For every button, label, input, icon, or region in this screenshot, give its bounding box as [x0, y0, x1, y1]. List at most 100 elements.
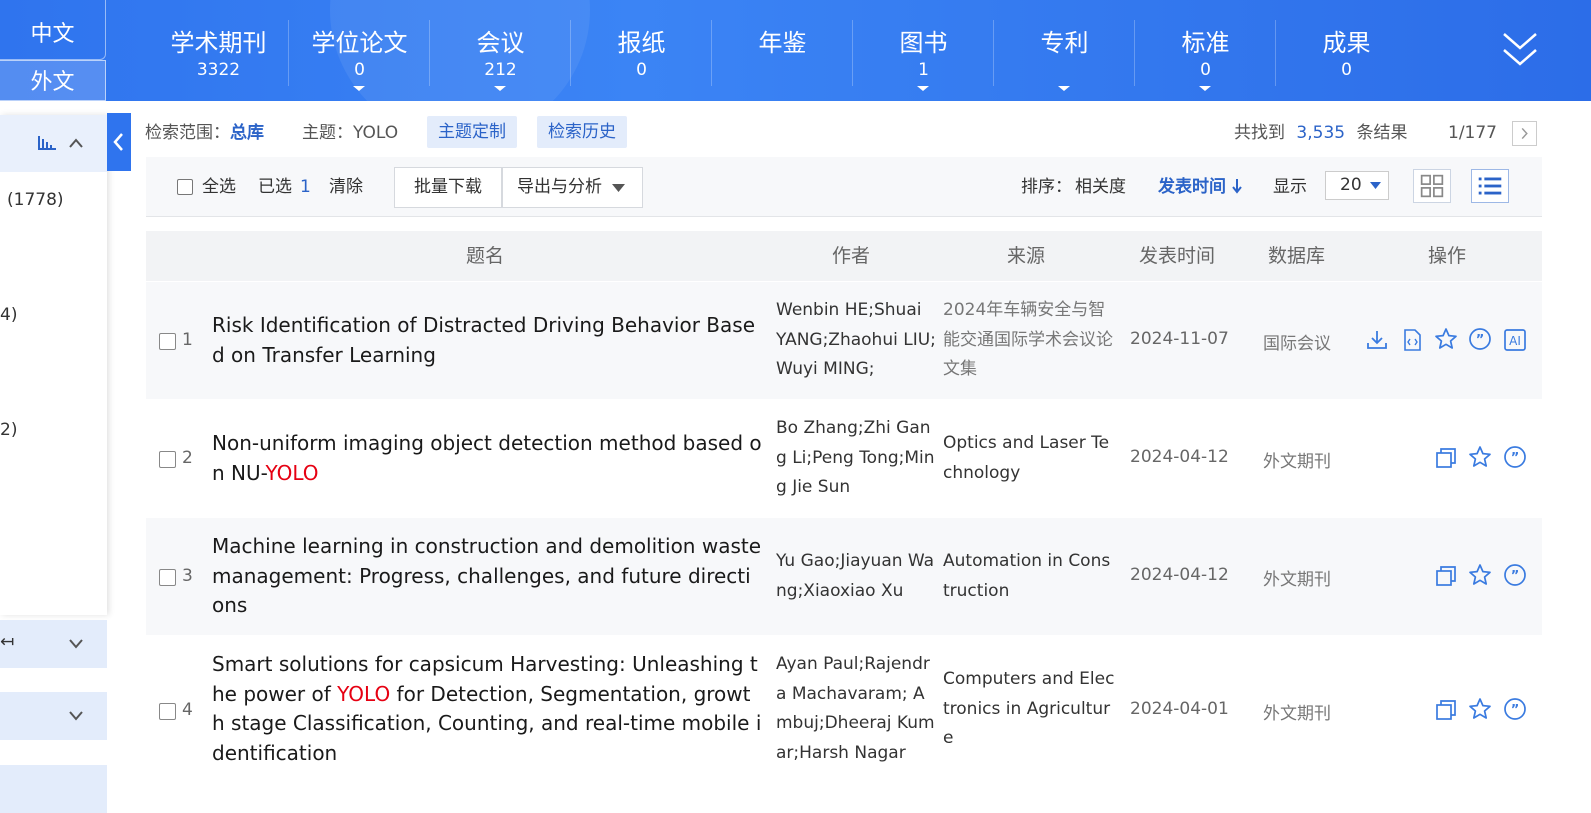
nav-count: 0	[354, 60, 365, 80]
publish-date: 2024-11-07	[1130, 329, 1229, 349]
svg-text:”: ”	[1511, 451, 1520, 466]
title-text: Machine learning in construction and dem…	[212, 534, 762, 617]
publish-date: 2024-04-12	[1130, 447, 1229, 467]
nav-tab-achievements[interactable]: 成果 0	[1276, 0, 1417, 101]
article-title-link[interactable]: Machine learning in construction and dem…	[212, 532, 762, 621]
filter-item-count[interactable]: 2)	[0, 420, 17, 440]
nav-tab-journals[interactable]: 学术期刊 3322	[148, 0, 289, 101]
double-chevron-down-icon[interactable]	[1500, 28, 1540, 72]
nav-label: 学位论文	[311, 29, 408, 57]
column-header-date[interactable]: 发表时间	[1139, 231, 1215, 281]
nav-count: 1	[918, 60, 929, 80]
chevron-down-icon[interactable]	[353, 86, 365, 91]
favorite-icon[interactable]	[1468, 697, 1492, 721]
search-scope-value[interactable]: 总库	[230, 123, 264, 143]
article-title-link[interactable]: Non-uniform imaging object detection met…	[212, 429, 762, 488]
article-authors[interactable]: Yu Gao;Jiayuan Wang;Xiaoxiao Xu	[776, 547, 936, 606]
column-header-title: 题名	[466, 245, 505, 267]
custom-topic-button[interactable]: 主题定制	[427, 116, 517, 148]
database-name: 外文期刊	[1263, 452, 1331, 472]
article-authors[interactable]: Bo Zhang;Zhi Gang Li;Peng Tong;Ming Jie …	[776, 414, 936, 503]
article-source[interactable]: Automation in Construction	[943, 547, 1115, 606]
chevron-down-icon[interactable]	[1199, 86, 1211, 91]
favorite-icon[interactable]	[1434, 327, 1458, 351]
nav-tab-theses[interactable]: 学位论文 0	[289, 0, 430, 101]
nav-label: 学术期刊	[170, 29, 267, 57]
ai-icon[interactable]: AI	[1503, 328, 1527, 352]
favorite-icon[interactable]	[1468, 445, 1492, 469]
nav-count: 3322	[196, 60, 241, 80]
chevron-down-icon[interactable]	[68, 710, 84, 722]
chevron-down-icon[interactable]	[494, 86, 506, 91]
copy-icon[interactable]	[1434, 446, 1458, 470]
article-title-link[interactable]: Risk Identification of Distracted Drivin…	[212, 311, 762, 370]
lang-tab-chinese[interactable]: 中文	[0, 0, 106, 60]
export-analysis-label: 导出与分析	[517, 177, 602, 197]
caret-down-icon	[1370, 182, 1381, 189]
html-reading-icon[interactable]	[1400, 328, 1424, 352]
sort-by-date[interactable]: 发表时间	[1158, 157, 1242, 217]
article-source[interactable]: Computers and Electronics in Agriculture	[943, 665, 1115, 754]
chevron-down-icon[interactable]	[68, 638, 84, 650]
article-title-link[interactable]: Smart solutions for capsicum Harvesting:…	[212, 650, 762, 768]
lang-tab-foreign[interactable]: 外文	[0, 60, 106, 101]
nav-tab-books[interactable]: 图书 1	[853, 0, 994, 101]
nav-tab-newspapers[interactable]: 报纸 0	[571, 0, 712, 101]
article-source[interactable]: Optics and Laser Technology	[943, 429, 1115, 488]
search-history-button[interactable]: 检索历史	[537, 116, 627, 148]
copy-icon[interactable]	[1434, 698, 1458, 722]
table-row: 1 Risk Identification of Distracted Driv…	[146, 282, 1542, 399]
article-authors[interactable]: Ayan Paul;Rajendra Machavaram; Ambuj;Dhe…	[776, 650, 936, 768]
nav-tab-standards[interactable]: 标准 0	[1135, 0, 1276, 101]
svg-text:”: ”	[1511, 569, 1520, 584]
title-highlight: YOLO	[337, 681, 391, 706]
row-number: 4	[182, 700, 193, 720]
next-page-button[interactable]	[1512, 121, 1537, 146]
sidebar-collapse-button[interactable]	[107, 113, 131, 171]
list-view-icon[interactable]	[1471, 169, 1509, 203]
bar-chart-icon[interactable]	[38, 136, 56, 150]
column-header-database: 数据库	[1268, 245, 1326, 267]
chevron-down-icon[interactable]	[917, 86, 929, 91]
nav-tab-conferences[interactable]: 会议 212	[430, 0, 571, 101]
search-scope: 检索范围：总库	[145, 118, 264, 148]
filter-item-count[interactable]: 4)	[0, 305, 17, 325]
article-source[interactable]: 2024年车辆安全与智能交通国际学术会议论文集	[943, 296, 1115, 385]
cite-icon[interactable]: ”	[1468, 327, 1492, 351]
export-analysis-dropdown[interactable]: 导出与分析	[502, 167, 643, 208]
batch-download-button[interactable]: 批量下载	[394, 167, 502, 208]
nav-count: 0	[1341, 60, 1352, 80]
row-checkbox[interactable]	[159, 333, 176, 350]
nav-label: 标准	[1181, 29, 1230, 57]
arrow-down-icon	[1232, 179, 1242, 194]
sidebar-section[interactable]: ↤	[0, 620, 107, 668]
nav-tab-patents[interactable]: 专利	[994, 0, 1135, 101]
favorite-icon[interactable]	[1468, 563, 1492, 587]
cite-icon[interactable]: ”	[1503, 445, 1527, 469]
chevron-down-icon[interactable]	[1058, 86, 1070, 91]
row-checkbox[interactable]	[159, 451, 176, 468]
select-all-label[interactable]: 全选	[202, 157, 236, 217]
page-indicator-text: 1/177	[1448, 123, 1497, 143]
sidebar-section[interactable]	[0, 692, 107, 740]
clear-selection-link[interactable]: 清除	[329, 157, 363, 217]
svg-text:”: ”	[1511, 703, 1520, 718]
cite-icon[interactable]: ”	[1503, 697, 1527, 721]
page-size-select[interactable]: 20	[1325, 171, 1389, 200]
sort-by-relevance[interactable]: 相关度	[1075, 157, 1126, 217]
sidebar-section[interactable]	[0, 765, 107, 813]
cite-icon[interactable]: ”	[1503, 563, 1527, 587]
row-checkbox[interactable]	[159, 569, 176, 586]
filter-item-count[interactable]: (1778)	[7, 190, 64, 210]
table-row: 2 Non-uniform imaging object detection m…	[146, 400, 1542, 517]
nav-tab-yearbooks[interactable]: 年鉴	[712, 0, 853, 101]
copy-icon[interactable]	[1434, 564, 1458, 588]
article-authors[interactable]: Wenbin HE;Shuai YANG;Zhaohui LIU;Wuyi MI…	[776, 296, 936, 385]
grid-view-icon[interactable]	[1413, 169, 1451, 203]
download-icon[interactable]	[1365, 328, 1389, 352]
nav-count: 212	[484, 60, 517, 80]
select-all-checkbox[interactable]	[177, 179, 193, 195]
chevron-up-icon[interactable]	[68, 137, 84, 149]
title-text: Risk Identification of Distracted Drivin…	[212, 313, 755, 367]
row-checkbox[interactable]	[159, 703, 176, 720]
